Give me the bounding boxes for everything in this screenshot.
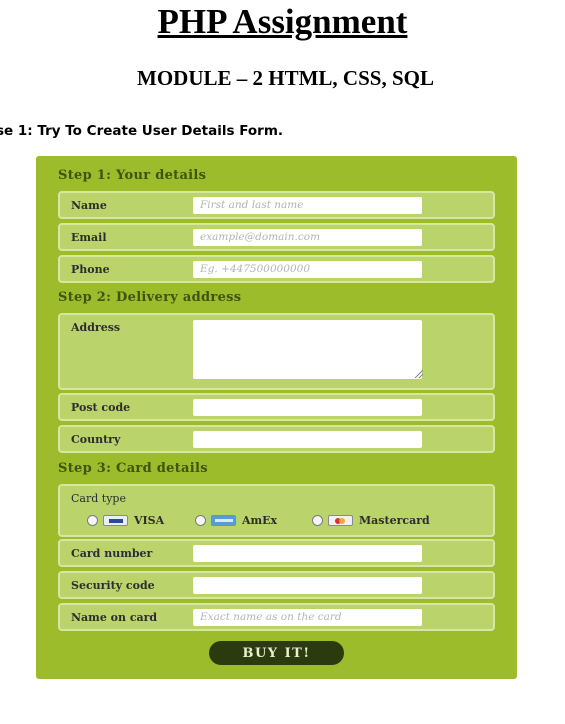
section-title-card-details: Step 3: Card details [58, 461, 208, 476]
document-subtitle: MODULE – 2 HTML, CSS, SQL [137, 66, 434, 90]
email-input[interactable] [193, 229, 422, 246]
name-on-card-label: Name on card [71, 611, 158, 624]
field-row-card-number: Card number [58, 539, 495, 567]
textarea-resize-grip-icon[interactable] [415, 370, 423, 378]
section-title-delivery-address: Step 2: Delivery address [58, 290, 242, 305]
field-row-country: Country [58, 425, 495, 453]
country-label: Country [71, 433, 121, 446]
amex-logo-icon [211, 514, 236, 526]
phone-label: Phone [71, 263, 110, 276]
name-input[interactable] [193, 197, 422, 214]
field-row-email: Email [58, 223, 495, 251]
document-title: PHP Assignment [157, 2, 408, 41]
address-textarea[interactable] [193, 320, 422, 379]
post-code-label: Post code [71, 401, 131, 414]
amex-label: AmEx [242, 513, 278, 527]
field-row-name: Name [58, 191, 495, 219]
visa-radio[interactable] [87, 514, 98, 526]
field-row-post-code: Post code [58, 393, 495, 421]
email-label: Email [71, 231, 107, 244]
security-code-label: Security code [71, 579, 155, 592]
card-option-visa[interactable]: VISA [87, 512, 164, 528]
post-code-input[interactable] [193, 399, 422, 416]
field-row-card-type: Card type VISA AmEx Mastercard [58, 484, 495, 537]
field-row-name-on-card: Name on card [58, 603, 495, 631]
country-input[interactable] [193, 431, 422, 448]
card-type-label: Card type [71, 492, 126, 505]
card-number-label: Card number [71, 547, 153, 560]
mastercard-logo-icon [328, 514, 353, 526]
visa-label: VISA [134, 513, 165, 527]
amex-radio[interactable] [195, 514, 206, 526]
field-row-address: Address [58, 313, 495, 390]
card-option-mastercard[interactable]: Mastercard [312, 512, 430, 528]
field-row-security-code: Security code [58, 571, 495, 599]
card-option-amex[interactable]: AmEx [195, 512, 277, 528]
mastercard-radio[interactable] [312, 514, 323, 526]
user-details-form: Step 1: Your details Name Email Phone St… [36, 156, 517, 679]
name-on-card-input[interactable] [193, 609, 422, 626]
section-title-your-details: Step 1: Your details [58, 168, 207, 183]
card-number-input[interactable] [193, 545, 422, 562]
buy-it-button[interactable]: BUY IT! [209, 641, 344, 665]
security-code-input[interactable] [193, 577, 422, 594]
mastercard-label: Mastercard [359, 513, 430, 527]
phone-input[interactable] [193, 261, 422, 278]
field-row-phone: Phone [58, 255, 495, 283]
exercise-heading: se 1: Try To Create User Details Form. [0, 123, 284, 139]
address-label: Address [71, 321, 121, 334]
visa-logo-icon [103, 514, 128, 526]
name-label: Name [71, 199, 107, 212]
